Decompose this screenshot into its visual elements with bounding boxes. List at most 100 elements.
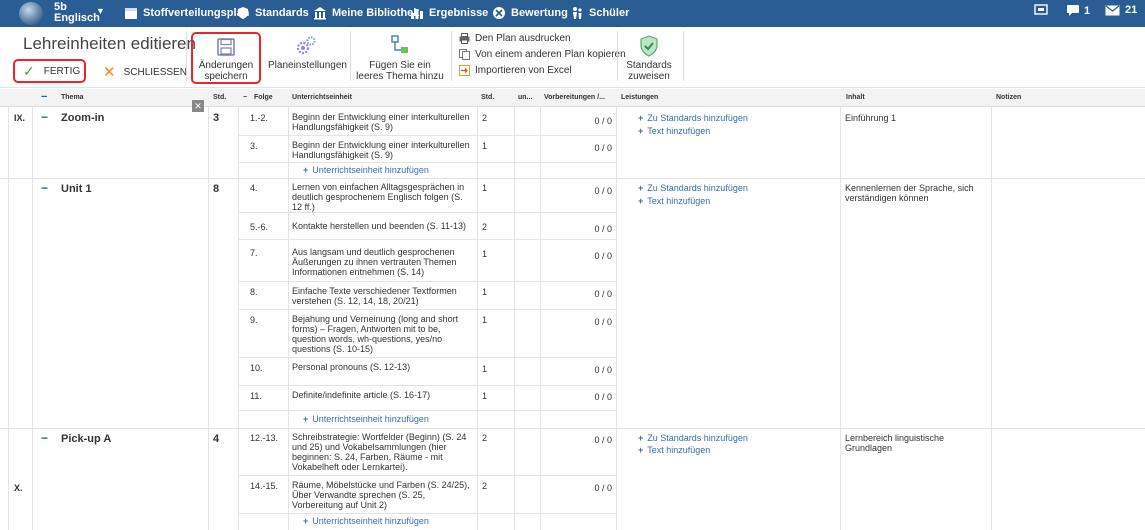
add-lesson-link[interactable]: + Unterrichtseinheit hinzufügen xyxy=(303,165,429,175)
lesson-seq[interactable]: 4. xyxy=(250,183,258,193)
unit-title[interactable]: Pick-up A xyxy=(61,433,111,445)
lesson-seq[interactable]: 5.-6. xyxy=(250,222,268,232)
lesson-text[interactable]: Personal pronouns (S. 12-13) xyxy=(292,362,474,372)
unit-hours[interactable]: 3 xyxy=(213,112,219,124)
lesson-hours[interactable]: 1 xyxy=(482,391,487,401)
add-text-link[interactable]: + Text hinzufügen xyxy=(638,196,710,206)
nav-meine-bibliothek[interactable]: Meine Bibliothek xyxy=(313,5,419,21)
lesson-hours[interactable]: 2 xyxy=(482,481,487,491)
print-plan-button[interactable]: Den Plan ausdrucken xyxy=(459,33,571,44)
plan-settings-button[interactable]: Planeinstellungen xyxy=(268,35,347,71)
lesson-text[interactable]: Aus langsam und deutlich gesprochenen Äu… xyxy=(292,247,474,277)
unit-title[interactable]: Zoom-in xyxy=(61,112,104,124)
nav-label: Schüler xyxy=(589,7,630,19)
add-lesson-link[interactable]: + Unterrichtseinheit hinzufügen xyxy=(303,414,429,424)
collapse-icon[interactable]: − xyxy=(41,110,48,124)
header-un[interactable]: un... xyxy=(518,94,532,101)
lesson-text[interactable]: Bejahung und Verneinung (long and short … xyxy=(292,314,474,354)
lesson-seq[interactable]: 14.-15. xyxy=(250,481,278,491)
unit-hours[interactable]: 8 xyxy=(213,183,219,195)
lesson-text[interactable]: Lernen von einfachen Alltagsgesprächen i… xyxy=(292,182,474,212)
lesson-seq[interactable]: 12.-13. xyxy=(250,433,278,443)
screen-share-button[interactable] xyxy=(1034,4,1048,16)
header-notizen[interactable]: Notizen xyxy=(996,94,1021,101)
lesson-seq[interactable]: 10. xyxy=(250,363,263,373)
lesson-text[interactable]: Schreibstrategie: Wortfelder (Beginn) (S… xyxy=(292,432,474,472)
lesson-hours[interactable]: 1 xyxy=(482,315,487,325)
header-inhalt[interactable]: Inhalt xyxy=(846,94,865,101)
sort-icon[interactable]: − xyxy=(243,94,247,101)
col-divider xyxy=(32,107,33,530)
header-thema[interactable]: Thema xyxy=(61,94,84,101)
class-subject: Englisch xyxy=(54,12,100,24)
lesson-hours[interactable]: 2 xyxy=(482,222,487,232)
close-button[interactable]: ✕ SCHLIESSEN xyxy=(103,63,187,81)
row-divider xyxy=(238,212,616,213)
lesson-seq[interactable]: 9. xyxy=(250,315,258,325)
mail-count: 21 xyxy=(1125,4,1138,16)
add-standards-link[interactable]: + Zu Standards hinzufügen xyxy=(638,183,748,193)
lesson-seq[interactable]: 1.-2. xyxy=(250,113,268,123)
nav-bewertung[interactable]: Bewertung xyxy=(492,5,568,21)
close-icon[interactable]: ✕ xyxy=(192,100,204,112)
lesson-hours[interactable]: 1 xyxy=(482,141,487,151)
chevron-down-icon[interactable]: ▼ xyxy=(96,6,105,16)
nav-schueler[interactable]: Schüler xyxy=(570,5,629,21)
lesson-hours[interactable]: 2 xyxy=(482,433,487,443)
prep-count: 0 / 0 xyxy=(594,435,612,445)
nav-stoffverteilungsplan[interactable]: Stoffverteilungsplan xyxy=(124,5,249,21)
unit-content[interactable]: Kennenlernen der Sprache, sich verständi… xyxy=(845,183,985,203)
add-text-label: Text hinzufügen xyxy=(647,126,711,136)
lesson-hours[interactable]: 1 xyxy=(482,364,487,374)
header-vorbereitungen[interactable]: Vorbereitungen /... xyxy=(544,94,605,101)
header-std[interactable]: Std. xyxy=(213,94,226,101)
collapse-all-icon[interactable]: − xyxy=(41,91,47,103)
lesson-seq[interactable]: 11. xyxy=(250,391,262,401)
check-icon: ✓ xyxy=(23,62,35,79)
header-leistungen[interactable]: Leistungen xyxy=(621,94,658,101)
add-empty-topic-button[interactable]: Fügen Sie ein leeres Thema hinzu xyxy=(356,35,444,82)
lesson-text[interactable]: Definite/indefinite article (S. 16-17) xyxy=(292,390,474,400)
lesson-text[interactable]: Räume, Möbelstücke und Farben (S. 24/25)… xyxy=(292,480,474,510)
nav-standards[interactable]: Standards xyxy=(236,5,309,21)
lesson-hours[interactable]: 1 xyxy=(482,287,487,297)
header-folge[interactable]: Folge xyxy=(254,94,273,101)
copy-from-plan-button[interactable]: Von einem anderen Plan kopieren xyxy=(459,49,626,60)
class-selector[interactable]: 5b Englisch xyxy=(54,2,100,24)
done-button[interactable]: ✓ FERTIG xyxy=(13,59,86,83)
add-topic-label-2: leeres Thema hinzu xyxy=(356,71,444,82)
unit-content[interactable]: Einführung 1 xyxy=(845,113,985,123)
lesson-text[interactable]: Kontakte herstellen und beenden (S. 11-1… xyxy=(292,221,474,231)
class-avatar[interactable] xyxy=(19,2,43,25)
unit-content[interactable]: Lernbereich linguistische Grundlagen xyxy=(845,433,985,453)
save-changes-button[interactable]: Änderungen speichern xyxy=(191,32,261,84)
add-text-link[interactable]: + Text hinzufügen xyxy=(638,126,710,136)
row-divider xyxy=(238,309,616,310)
lesson-hours[interactable]: 2 xyxy=(482,113,487,123)
add-standards-label: Zu Standards hinzufügen xyxy=(647,113,748,123)
lesson-text[interactable]: Beginn der Entwicklung einer interkultur… xyxy=(292,112,474,132)
messages-button[interactable]: 1 xyxy=(1066,4,1090,17)
nav-ergebnisse[interactable]: Ergebnisse xyxy=(410,5,488,21)
mail-button[interactable]: 21 xyxy=(1105,4,1137,16)
lesson-seq[interactable]: 7. xyxy=(250,248,258,258)
add-lesson-link[interactable]: + Unterrichtseinheit hinzufügen xyxy=(303,516,429,526)
unit-title[interactable]: Unit 1 xyxy=(61,183,92,195)
add-standards-link[interactable]: + Zu Standards hinzufügen xyxy=(638,113,748,123)
header-unterrichtseinheit[interactable]: Unterrichtseinheit xyxy=(292,94,352,101)
lesson-seq[interactable]: 8. xyxy=(250,287,258,297)
import-excel-button[interactable]: Importieren von Excel xyxy=(459,65,572,76)
assign-standards-button[interactable]: Standards zuweisen xyxy=(620,35,678,82)
lesson-text[interactable]: Beginn der Entwicklung einer interkultur… xyxy=(292,140,474,160)
header-std-2[interactable]: Std. xyxy=(481,94,494,101)
import-label: Importieren von Excel xyxy=(475,65,572,76)
lesson-text[interactable]: Einfache Texte verschiedener Textformen … xyxy=(292,286,474,306)
lesson-hours[interactable]: 1 xyxy=(482,183,487,193)
unit-hours[interactable]: 4 xyxy=(213,433,219,445)
collapse-icon[interactable]: − xyxy=(41,181,48,195)
lesson-seq[interactable]: 3. xyxy=(250,141,258,151)
collapse-icon[interactable]: − xyxy=(41,431,48,445)
add-standards-link[interactable]: + Zu Standards hinzufügen xyxy=(638,433,748,443)
add-text-link[interactable]: + Text hinzufügen xyxy=(638,445,710,455)
lesson-hours[interactable]: 1 xyxy=(482,249,487,259)
